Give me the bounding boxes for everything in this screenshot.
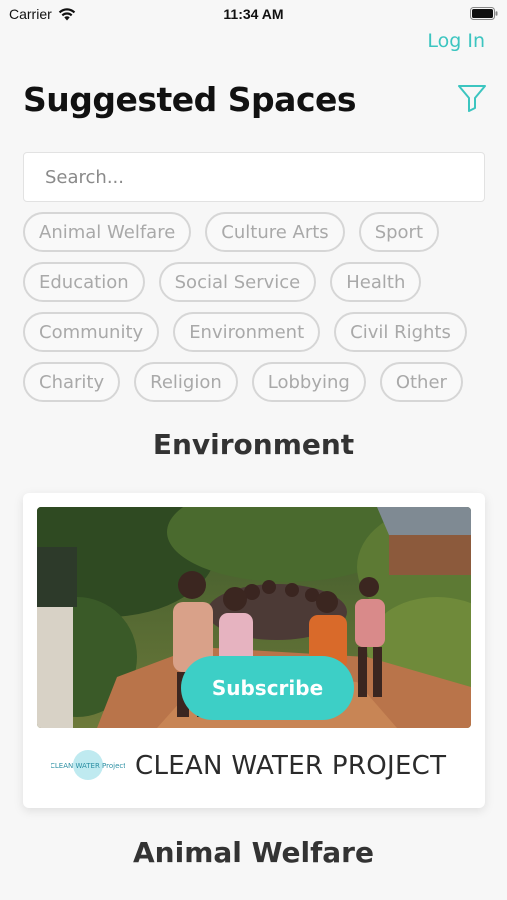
space-card[interactable]: Subscribe CLEAN WATER Project CLEAN WATE… [23,493,485,808]
page-title: Suggested Spaces [23,80,357,119]
chip-row: Animal Welfare Culture Arts Sport [23,212,493,252]
chip-education[interactable]: Education [23,262,145,302]
section-title-environment: Environment [152,428,355,461]
search-box [23,152,485,202]
chip-culture-arts[interactable]: Culture Arts [205,212,345,252]
chip-social-service[interactable]: Social Service [158,262,317,302]
brand-logo: CLEAN WATER Project [50,748,126,782]
chip-other[interactable]: Other [379,362,463,402]
chip-environment[interactable]: Environment [173,312,321,352]
chip-row: Charity Religion Lobbying Other [23,362,493,402]
logo-text: CLEAN WATER Project [51,762,125,770]
battery-icon [470,7,498,20]
chip-row: Community Environment Civil Rights [23,312,493,352]
search-input[interactable] [24,153,484,201]
status-right [470,7,498,23]
section-title-animal-welfare: Animal Welfare [133,836,374,869]
chip-health[interactable]: Health [330,262,422,302]
chip-lobbying[interactable]: Lobbying [251,362,366,402]
chip-animal-welfare[interactable]: Animal Welfare [23,212,192,252]
category-chips: Animal Welfare Culture Arts Sport Educat… [23,212,493,412]
chip-civil-rights[interactable]: Civil Rights [334,312,467,352]
water-drop-logo-icon: CLEAN WATER Project [50,750,126,780]
chip-row: Education Social Service Health [23,262,493,302]
brand-name: CLEAN WATER PROJECT [135,751,447,781]
chip-charity[interactable]: Charity [23,362,121,402]
chip-community[interactable]: Community [23,312,160,352]
filter-icon[interactable] [457,84,487,112]
status-time: 11:34 AM [223,6,284,22]
chip-religion[interactable]: Religion [134,362,238,402]
login-button[interactable]: Log In [427,30,485,52]
chip-sport[interactable]: Sport [358,212,440,252]
subscribe-button[interactable]: Subscribe [181,656,354,720]
status-bar: Carrier 11:34 AM [0,0,507,28]
card-photo: Subscribe [37,507,471,728]
